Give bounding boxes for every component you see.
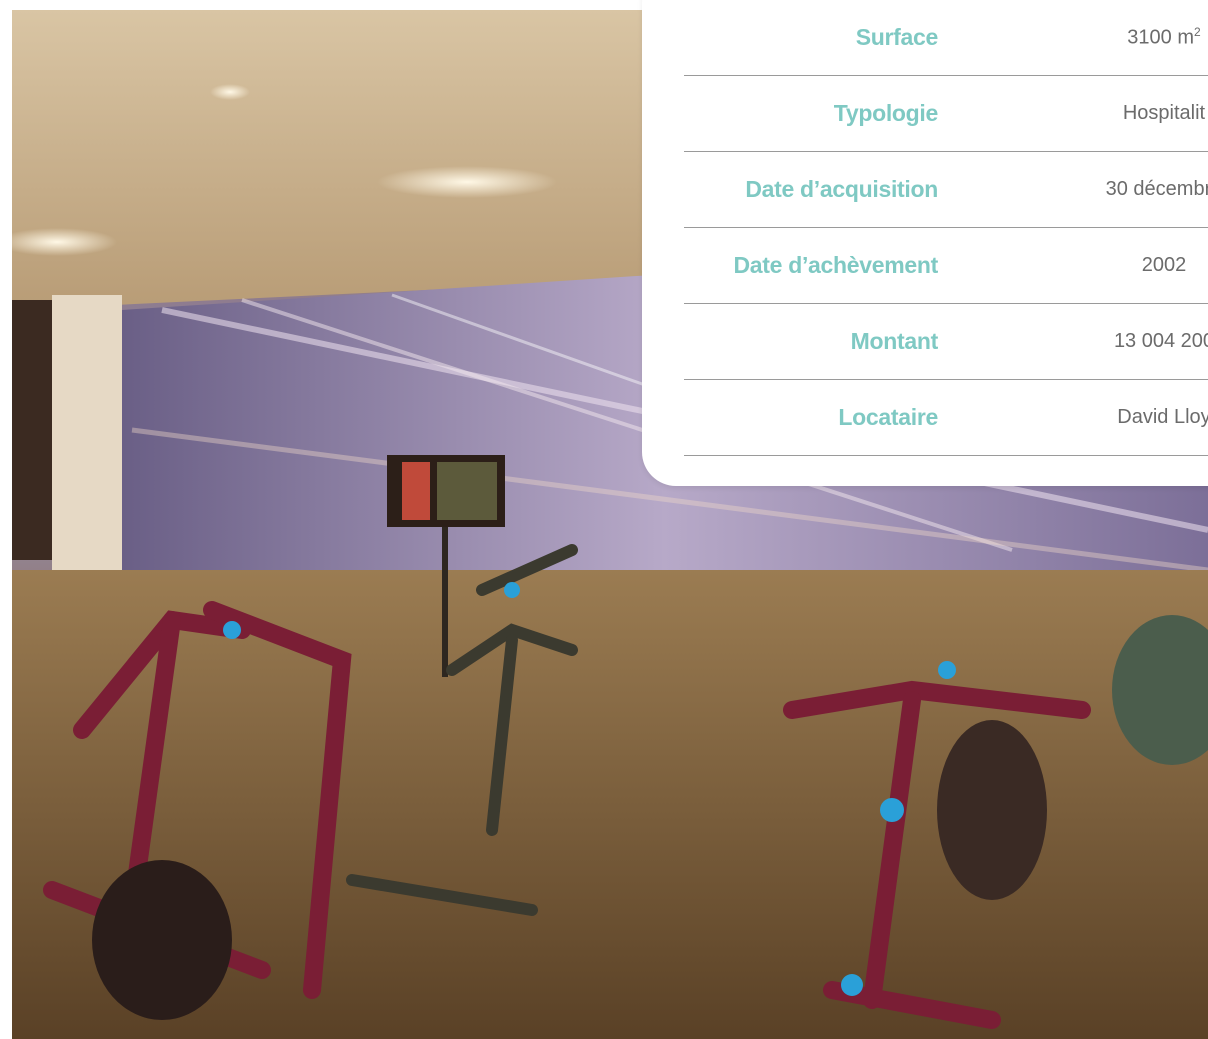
detail-label: Date d’achèvement <box>733 252 938 278</box>
detail-value-superscript: 2 <box>1194 25 1201 40</box>
detail-row-surface: Surface 3100 m2 <box>684 0 1208 76</box>
detail-value: 3100 m2 <box>1014 25 1208 50</box>
detail-value-text: 3100 m <box>1127 26 1195 49</box>
detail-value: 2002 <box>1141 254 1187 276</box>
details-list: Surface 3100 m2 Typologie Hospitalit Dat… <box>684 0 1208 456</box>
detail-row-montant: Montant 13 004 200 <box>684 304 1208 380</box>
detail-value: David Lloy <box>1117 406 1208 428</box>
detail-value: Hospitalit <box>1122 102 1206 124</box>
detail-row-date-achevement: Date d’achèvement 2002 <box>684 228 1208 304</box>
detail-value: 13 004 200 <box>1113 330 1208 352</box>
detail-label: Locataire <box>838 404 938 430</box>
detail-row-locataire: Locataire David Lloy <box>684 380 1208 456</box>
detail-row-typologie: Typologie Hospitalit <box>684 76 1208 152</box>
detail-value: 30 décembre <box>1105 178 1208 200</box>
detail-label: Surface <box>855 24 939 50</box>
detail-label: Typologie <box>833 100 939 126</box>
page: Surface 3100 m2 Typologie Hospitalit Dat… <box>0 0 1208 1039</box>
detail-label: Montant <box>850 328 939 354</box>
detail-label: Date d’acquisition <box>745 176 938 202</box>
details-card: Surface 3100 m2 Typologie Hospitalit Dat… <box>642 0 1208 486</box>
detail-row-date-acquisition: Date d’acquisition 30 décembre <box>684 152 1208 228</box>
